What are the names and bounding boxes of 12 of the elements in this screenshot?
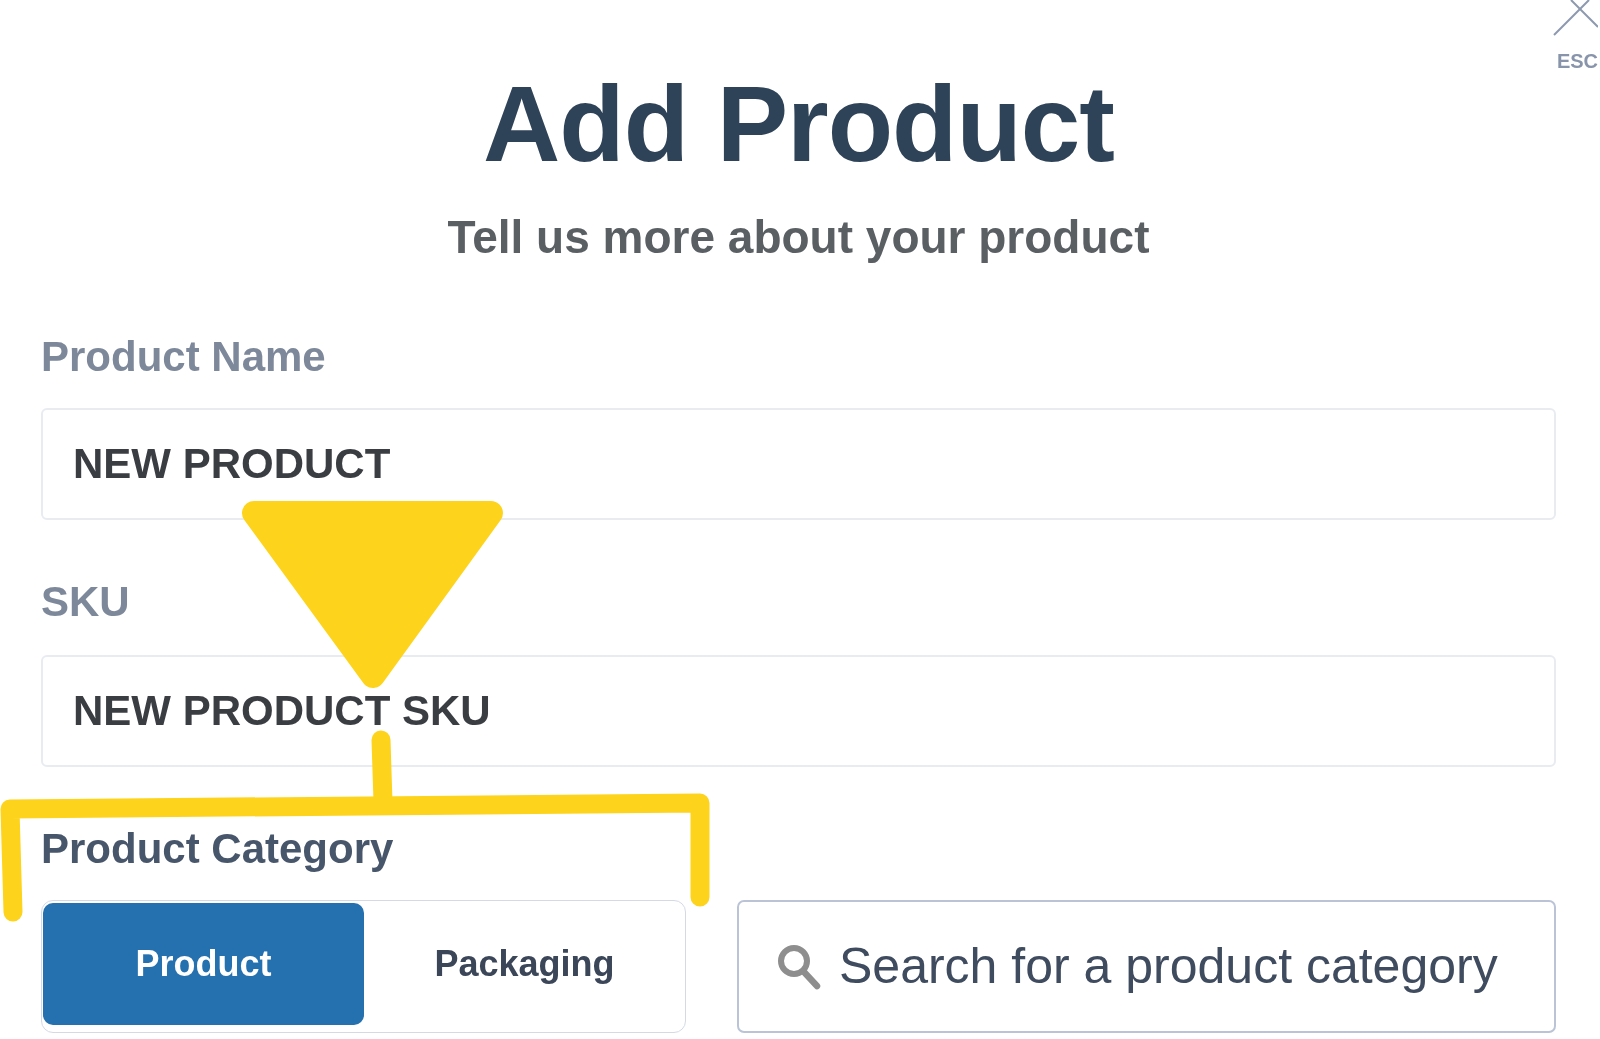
category-option[interactable]: Product [43,903,364,1025]
input-field[interactable]: NEW PRODUCT SKU [41,655,1556,767]
category-option[interactable]: Packaging [364,903,685,1025]
dialog-title: Add Product [482,67,1115,181]
dialog-subtitle: Tell us more about your product [446,210,1151,265]
close-icon [1552,0,1598,36]
field-label: SKU [41,577,130,627]
field-label: Product Name [41,332,326,382]
field-label: Product Category [41,824,394,874]
search-field[interactable]: Search for a product category [737,900,1556,1033]
input-field[interactable]: NEW PRODUCT [41,408,1556,520]
search-icon [777,944,821,990]
